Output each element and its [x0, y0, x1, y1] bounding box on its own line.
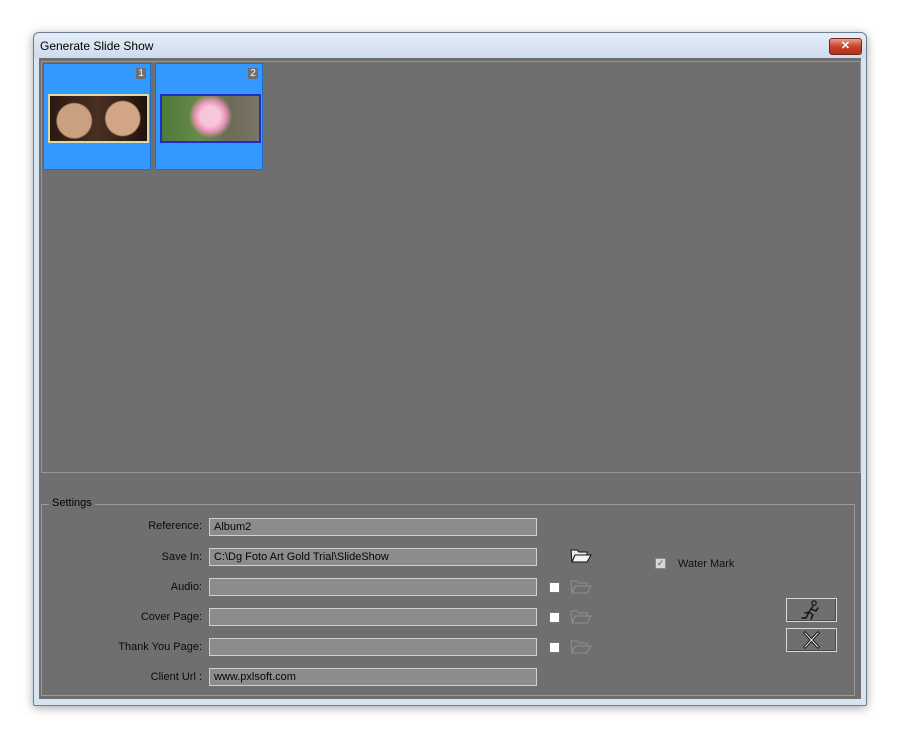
thank-you-page-label: Thank You Page: [118, 641, 202, 653]
water-mark-checkbox[interactable]: ✓ [655, 558, 666, 569]
folder-open-icon[interactable] [570, 638, 592, 654]
thank-you-page-field[interactable] [209, 638, 537, 656]
cover-page-checkbox[interactable] [549, 612, 560, 623]
cancel-x-icon [803, 631, 820, 649]
folder-open-icon[interactable] [570, 608, 592, 624]
audio-checkbox[interactable] [549, 582, 560, 593]
save-in-field[interactable]: C:\Dg Foto Art Gold Trial\SlideShow [209, 548, 537, 566]
client-url-field[interactable]: www.pxlsoft.com [209, 668, 537, 686]
reference-field[interactable]: Album2 [209, 518, 537, 536]
running-man-icon [801, 600, 819, 620]
thumbnail-number: 2 [248, 68, 258, 79]
audio-label: Audio: [170, 581, 202, 593]
folder-open-icon[interactable] [570, 547, 592, 563]
close-button[interactable]: ✕ [829, 38, 862, 55]
cover-page-label: Cover Page: [140, 611, 202, 623]
couple-photo-image [48, 94, 149, 143]
dialog-body: 1 2 Settings Reference: Album2 Save In: … [39, 58, 861, 699]
generate-button[interactable] [786, 598, 837, 622]
folder-open-icon[interactable] [570, 578, 592, 594]
thumbnail-number: 1 [136, 68, 146, 79]
title-bar: Generate Slide Show ✕ [34, 33, 866, 58]
rose-photo-image [160, 94, 261, 143]
cancel-button[interactable] [786, 628, 837, 652]
settings-group: Settings Reference: Album2 Save In: C:\D… [41, 497, 855, 696]
window-title: Generate Slide Show [40, 39, 154, 53]
audio-field[interactable] [209, 578, 537, 596]
thumbnail-1[interactable]: 1 [43, 63, 151, 170]
thumbnail-panel[interactable]: 1 2 [41, 61, 861, 473]
generate-slide-show-window: Generate Slide Show ✕ 1 2 Settings Refer… [33, 32, 867, 706]
water-mark-label: Water Mark [678, 558, 735, 570]
reference-label: Reference: [148, 520, 202, 532]
save-in-label: Save In: [161, 551, 202, 563]
cover-page-field[interactable] [209, 608, 537, 626]
thank-you-page-checkbox[interactable] [549, 642, 560, 653]
client-url-label: Client Url : [150, 671, 202, 683]
settings-legend: Settings [49, 497, 95, 509]
thumbnail-2[interactable]: 2 [155, 63, 263, 170]
